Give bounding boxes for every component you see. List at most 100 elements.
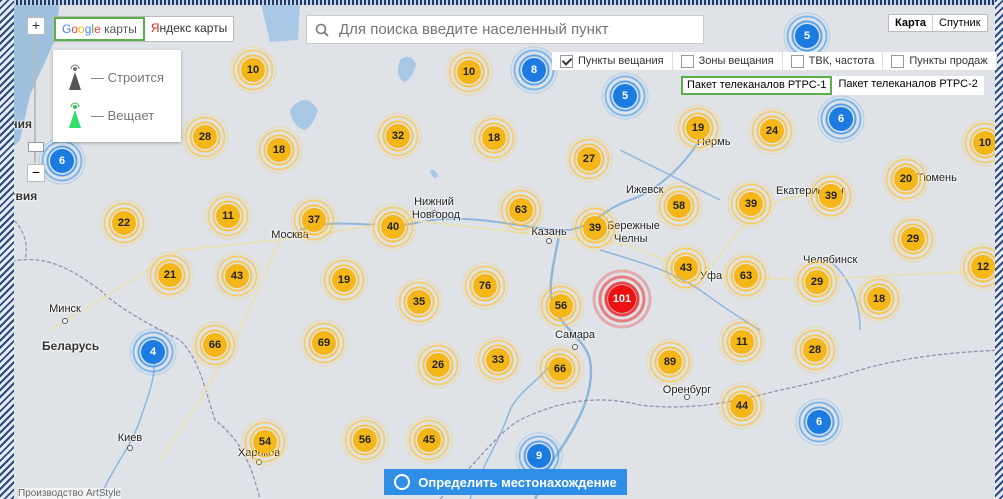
cluster-marker[interactable]: 10	[229, 46, 277, 94]
cluster-marker[interactable]: 8	[510, 46, 558, 94]
cluster-marker[interactable]: 63	[722, 252, 770, 300]
cluster-marker[interactable]: 66	[536, 345, 584, 393]
cluster-count: 10	[457, 60, 481, 84]
google-maps-tab[interactable]: Google карты	[54, 17, 145, 41]
cluster-count: 21	[158, 263, 182, 287]
cluster-marker[interactable]: 19	[674, 104, 722, 152]
filter-tvk-frequency[interactable]: ТВК, частота	[783, 52, 884, 70]
cluster-marker[interactable]: 39	[807, 172, 855, 220]
cluster-marker[interactable]: 4	[129, 328, 177, 376]
cluster-marker[interactable]: 56	[537, 282, 585, 330]
cluster-count: 5	[613, 84, 637, 108]
cluster-count: 5	[795, 24, 819, 48]
legend-row-broadcasting: — Вещает	[67, 102, 154, 128]
cluster-marker[interactable]: 29	[889, 215, 937, 263]
cluster-marker[interactable]: 43	[662, 244, 710, 292]
city-dot-kiev	[127, 445, 133, 451]
cluster-marker[interactable]: 6	[817, 95, 865, 143]
cluster-count: 56	[549, 294, 573, 318]
cluster-marker[interactable]: 37	[290, 196, 338, 244]
cluster-marker[interactable]: 40	[369, 203, 417, 251]
cluster-marker[interactable]: 58	[655, 182, 703, 230]
cluster-marker[interactable]: 10	[445, 48, 493, 96]
yandex-maps-tab[interactable]: Яндекс карты	[145, 17, 233, 41]
filter-broadcast-zones[interactable]: Зоны вещания	[673, 52, 783, 70]
zoom-slider-handle[interactable]	[28, 142, 44, 152]
zoom-out-button[interactable]: −	[27, 164, 45, 182]
cluster-marker[interactable]: 45	[405, 416, 453, 464]
cluster-count: 6	[807, 410, 831, 434]
cluster-marker[interactable]: 32	[374, 112, 422, 160]
cluster-count: 12	[971, 255, 995, 279]
cluster-marker[interactable]: 54	[241, 418, 289, 466]
cluster-marker[interactable]: 26	[414, 341, 462, 389]
cluster-count: 18	[482, 126, 506, 150]
cluster-marker[interactable]: 6	[38, 137, 86, 185]
map-type-map[interactable]: Карта	[889, 15, 934, 31]
zoom-in-button[interactable]: +	[28, 18, 44, 34]
zoom-control: +	[27, 17, 45, 35]
cluster-marker[interactable]: 22	[100, 199, 148, 247]
cluster-marker[interactable]: 56	[341, 416, 389, 464]
checkbox[interactable]	[680, 54, 694, 68]
checkbox[interactable]	[790, 54, 804, 68]
cluster-marker[interactable]: 39	[571, 204, 619, 252]
cluster-count: 28	[193, 125, 217, 149]
cluster-marker[interactable]: 27	[565, 135, 613, 183]
cluster-marker[interactable]: 39	[727, 180, 775, 228]
cluster-marker[interactable]: 33	[474, 336, 522, 384]
cluster-marker[interactable]: 76	[461, 262, 509, 310]
country-label-belarus: Беларусь	[42, 339, 100, 353]
cluster-marker[interactable]: 6	[795, 398, 843, 446]
cluster-count: 24	[760, 119, 784, 143]
cluster-marker[interactable]: 19	[320, 256, 368, 304]
cluster-marker[interactable]: 5	[601, 72, 649, 120]
search-input[interactable]	[337, 20, 691, 39]
cluster-marker[interactable]: 89	[646, 338, 694, 386]
cluster-count: 28	[803, 338, 827, 362]
cluster-count: 32	[386, 124, 410, 148]
cluster-marker[interactable]: 28	[181, 113, 229, 161]
cluster-marker[interactable]: 28	[791, 326, 839, 374]
cluster-count: 33	[486, 348, 510, 372]
locate-me-button[interactable]: Определить местонахождение	[384, 469, 627, 495]
cluster-count: 29	[901, 227, 925, 251]
cluster-marker[interactable]: 24	[748, 107, 796, 155]
tower-building-icon	[69, 64, 81, 90]
cluster-marker[interactable]: 18	[255, 126, 303, 174]
cluster-marker[interactable]: 11	[204, 192, 252, 240]
tower-broadcasting-icon	[69, 102, 81, 128]
zoom-slider[interactable]	[27, 35, 44, 163]
cluster-count: 56	[353, 428, 377, 452]
cluster-count: 54	[253, 430, 277, 454]
search-box	[306, 15, 704, 44]
cluster-marker[interactable]: 63	[497, 186, 545, 234]
cluster-marker[interactable]: 18	[470, 114, 518, 162]
cluster-count: 22	[112, 211, 136, 235]
filter-sales-points[interactable]: Пункты продаж	[883, 52, 997, 70]
cluster-marker[interactable]: 43	[213, 252, 261, 300]
cluster-marker[interactable]: 66	[191, 321, 239, 369]
cluster-count: 6	[50, 149, 74, 173]
cluster-count: 63	[509, 198, 533, 222]
cluster-marker[interactable]: 20	[882, 155, 930, 203]
cluster-count: 6	[829, 107, 853, 131]
cluster-count: 10	[241, 58, 265, 82]
cluster-marker[interactable]: 35	[395, 278, 443, 326]
cluster-marker[interactable]: 69	[300, 319, 348, 367]
cluster-marker[interactable]: 101	[590, 267, 654, 331]
filter-broadcast-points[interactable]: Пункты вещания	[552, 52, 673, 70]
cluster-marker[interactable]: 21	[146, 251, 194, 299]
cluster-marker[interactable]: 11	[718, 318, 766, 366]
map-type-satellite[interactable]: Спутник	[933, 15, 986, 31]
cluster-count: 37	[302, 208, 326, 232]
cluster-count: 58	[667, 194, 691, 218]
cluster-marker[interactable]: 18	[855, 275, 903, 323]
checkbox[interactable]	[891, 54, 905, 68]
cluster-marker[interactable]: 44	[718, 382, 766, 430]
cluster-marker[interactable]: 29	[793, 258, 841, 306]
package-rtrs1-tab[interactable]: Пакет телеканалов РТРС-1	[681, 76, 833, 95]
package-rtrs2-tab[interactable]: Пакет телеканалов РТРС-2	[832, 76, 983, 95]
checkbox-checked[interactable]	[560, 54, 573, 68]
cluster-count: 43	[225, 264, 249, 288]
